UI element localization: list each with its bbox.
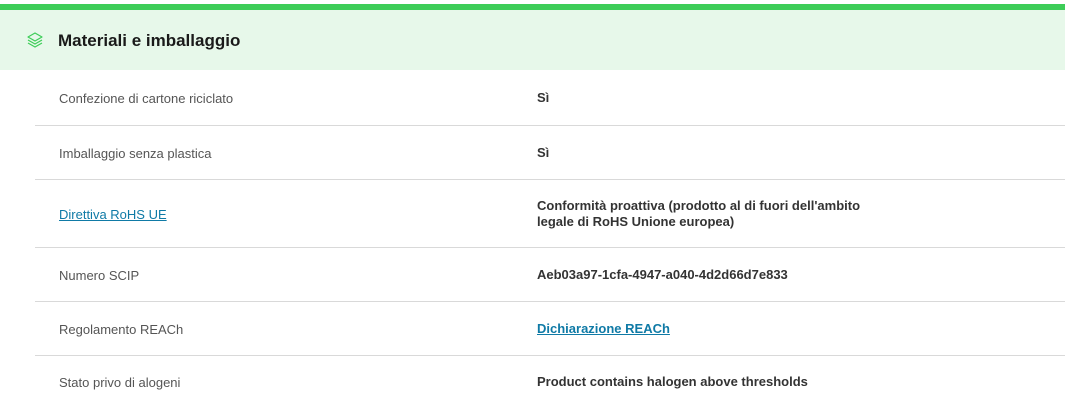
row-label: Confezione di cartone riciclato <box>59 91 234 106</box>
row-value: Product contains halogen above threshold… <box>537 374 808 389</box>
row-value: Aeb03a97-1cfa-4947-a040-4d2d66d7e833 <box>537 267 788 282</box>
row-value: Sì <box>537 90 550 105</box>
table-row: Numero SCIP Aeb03a97-1cfa-4947-a040-4d2d… <box>35 247 1065 302</box>
table-row: Imballaggio senza plastica Sì <box>35 125 1065 180</box>
table-row: Confezione di cartone riciclato Sì <box>35 70 1065 126</box>
row-value-line: Conformità proattiva (prodotto al di fuo… <box>537 198 861 213</box>
rohs-directive-link[interactable]: Direttiva RoHS UE <box>59 207 167 222</box>
layers-icon <box>26 30 44 48</box>
row-value: Sì <box>537 145 550 160</box>
row-label: Stato privo di alogeni <box>59 375 181 390</box>
table-row: Direttiva RoHS UE Conformità proattiva (… <box>35 179 1065 248</box>
row-value-line: legale di RoHS Unione europea) <box>537 214 735 229</box>
row-label: Numero SCIP <box>59 268 140 283</box>
section-header[interactable]: Materiali e imballaggio <box>0 10 1065 70</box>
table-row: Regolamento REACh Dichiarazione REACh <box>35 301 1065 356</box>
section-title: Materiali e imballaggio <box>58 31 241 50</box>
reach-declaration-link[interactable]: Dichiarazione REACh <box>537 321 670 337</box>
row-label: Regolamento REACh <box>59 322 184 337</box>
row-value: Conformità proattiva (prodotto al di fuo… <box>537 198 957 230</box>
row-label: Imballaggio senza plastica <box>59 146 212 161</box>
table-row: Stato privo di alogeni Product contains … <box>35 355 1065 406</box>
